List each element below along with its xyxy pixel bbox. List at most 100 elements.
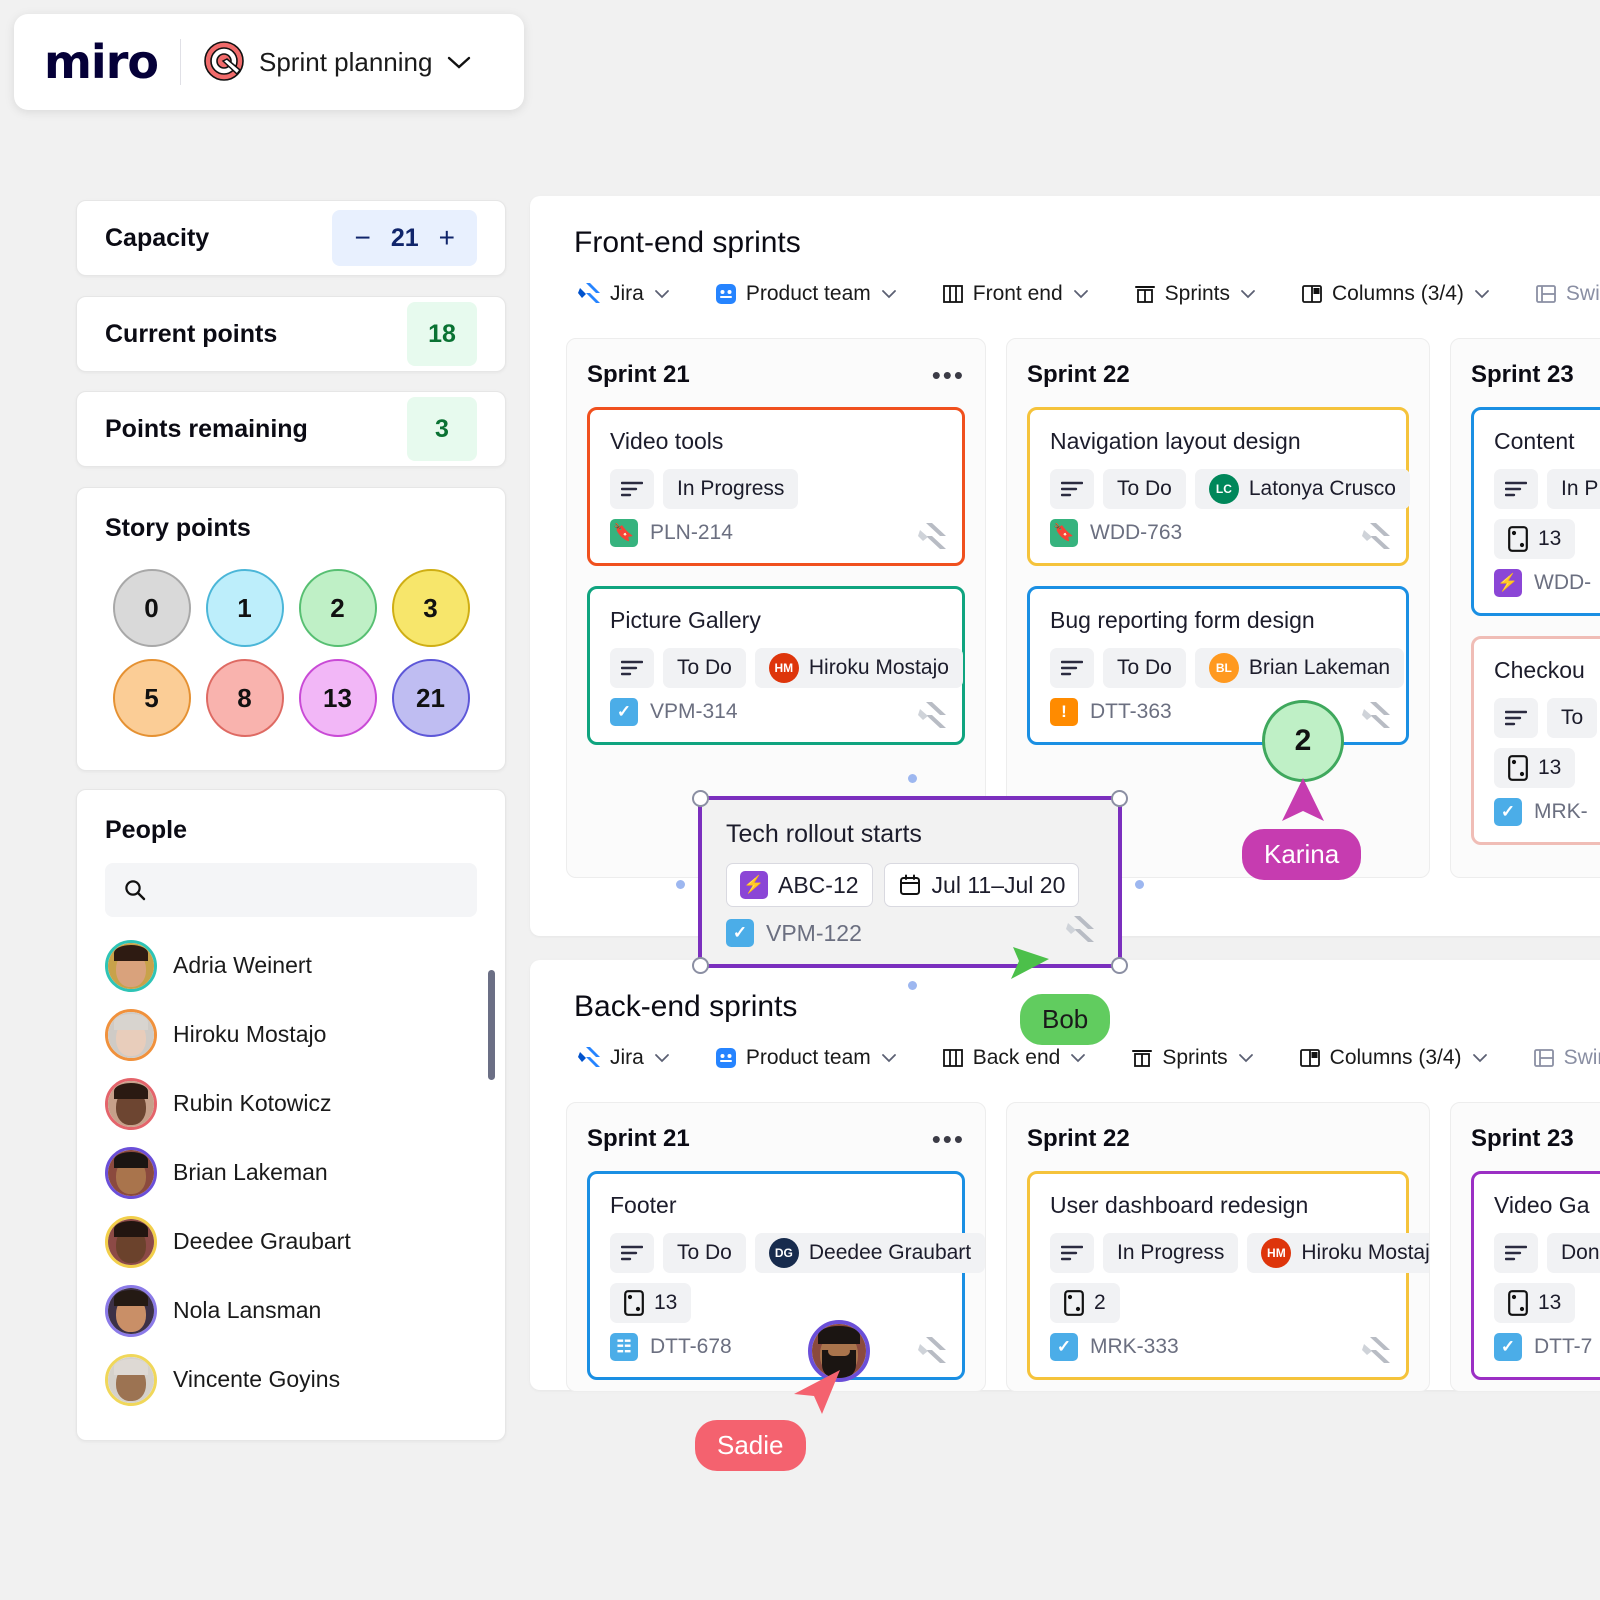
chevron-down-icon[interactable] (1238, 1053, 1254, 1063)
status-chip[interactable]: To Do (1103, 469, 1186, 509)
toolbar-item-product-team[interactable]: Product team (710, 280, 901, 308)
description-chip[interactable] (1050, 648, 1094, 688)
list-item[interactable]: Rubin Kotowicz (105, 1069, 477, 1138)
capacity-stepper[interactable]: − 21 + (332, 210, 477, 266)
description-chip[interactable] (1494, 469, 1538, 509)
search-icon (125, 880, 146, 901)
story-points-chip[interactable]: 13 (1494, 748, 1576, 788)
status-chip[interactable]: Don (1547, 1233, 1600, 1273)
toolbar-item-sprints[interactable]: Sprints (1129, 280, 1260, 308)
story-point-chip[interactable]: 8 (205, 659, 284, 737)
description-chip[interactable] (1050, 1233, 1094, 1273)
story-points-chip[interactable]: 13 (610, 1283, 692, 1323)
jira-card[interactable]: Video tools In Progress 🔖 PLN-214 (587, 407, 965, 566)
story-point-chip[interactable]: 13 (298, 659, 377, 737)
list-item[interactable]: Hiroku Mostajo (105, 1000, 477, 1069)
toolbar-item-product-team[interactable]: Product team (710, 1044, 901, 1072)
anchor-dot-top[interactable] (908, 774, 917, 783)
status-chip[interactable]: To Do (663, 1233, 746, 1273)
toolbar-item-jira[interactable]: Jira (574, 1044, 674, 1072)
jira-card[interactable]: Navigation layout design To Do LC Latonya C… (1027, 407, 1410, 566)
anchor-dot-right[interactable] (1135, 880, 1144, 889)
description-chip[interactable] (610, 648, 654, 688)
board-title[interactable]: Sprint planning (259, 47, 432, 78)
toolbar-item-swimlanes[interactable]: Swimlanes (1528, 1044, 1600, 1072)
chevron-down-icon[interactable] (1240, 289, 1256, 299)
toolbar-item-swimlanes[interactable]: Swimlanes (1530, 280, 1600, 308)
toolbar-item-front-end[interactable]: Front end (937, 280, 1093, 308)
people-list[interactable]: Adria Weinert Hiroku Mostajo Rubin Kotowic… (105, 931, 477, 1414)
assignee-chip[interactable]: LC Latonya Crusco (1194, 469, 1410, 509)
chevron-down-icon[interactable] (881, 289, 897, 299)
jira-card[interactable]: Video Ga Don 13 ✓ DTT-7 (1471, 1171, 1600, 1380)
list-item[interactable]: Vincente Goyins (105, 1345, 477, 1414)
status-chip[interactable]: To (1547, 698, 1598, 738)
story-point-chip[interactable]: 21 (391, 659, 470, 737)
chevron-down-icon[interactable] (654, 289, 670, 299)
resize-handle-br[interactable] (1111, 957, 1128, 974)
story-points-chip[interactable]: 2 (1050, 1283, 1120, 1323)
description-chip[interactable] (1050, 469, 1094, 509)
dragged-story-point-token[interactable]: 2 (1262, 700, 1344, 782)
list-item[interactable]: Adria Weinert (105, 931, 477, 1000)
description-chip[interactable] (610, 1233, 654, 1273)
story-points-chip[interactable]: 13 (1494, 519, 1576, 559)
chevron-down-icon[interactable] (446, 54, 472, 70)
toolbar-item-sprints[interactable]: Sprints (1126, 1044, 1257, 1072)
description-chip[interactable] (610, 469, 654, 509)
selected-card[interactable]: Tech rollout starts ⚡ ABC-12 Jul 11–Jul … (676, 774, 1144, 990)
resize-handle-bl[interactable] (692, 957, 709, 974)
toolbar-item-columns-3-4[interactable]: Columns (3/4) (1296, 280, 1494, 308)
assignee-chip[interactable]: HM Hiroku Mostajo (1247, 1233, 1429, 1273)
people-scrollbar[interactable] (488, 970, 495, 1080)
jira-card[interactable]: Picture Gallery To Do HM Hiroku Mostajo ✓ VPM… (587, 586, 965, 745)
assignee-chip[interactable]: BL Brian Lakeman (1194, 648, 1405, 688)
story-point-chip[interactable]: 0 (112, 569, 191, 647)
frame-toolbar[interactable]: Jira Product team Back end Sprints Columns (… (574, 1044, 1600, 1072)
chevron-down-icon[interactable] (1474, 289, 1490, 299)
jira-card[interactable]: Content In P 13 ⚡ WDD- (1471, 407, 1600, 616)
chevron-down-icon[interactable] (1472, 1053, 1488, 1063)
status-chip[interactable]: In Progress (663, 469, 799, 509)
sprint-column-menu-button[interactable]: ••• (932, 362, 965, 388)
assignee-chip[interactable]: DG Deedee Graubart (754, 1233, 985, 1273)
sprint-column-title: Sprint 23 (1471, 1125, 1574, 1152)
story-point-chip[interactable]: 2 (298, 569, 377, 647)
frame-toolbar[interactable]: Jira Product team Front end Sprints Columns … (574, 280, 1600, 308)
story-point-chip[interactable]: 3 (391, 569, 470, 647)
status-chip[interactable]: To Do (663, 648, 746, 688)
story-point-chip[interactable]: 1 (205, 569, 284, 647)
list-item[interactable]: Nola Lansman (105, 1276, 477, 1345)
anchor-dot-bottom[interactable] (908, 981, 917, 990)
toolbar-item-columns-3-4[interactable]: Columns (3/4) (1294, 1044, 1492, 1072)
chevron-down-icon[interactable] (881, 1053, 897, 1063)
toolbar-item-back-end[interactable]: Back end (937, 1044, 1091, 1072)
sprint-column-menu-button[interactable]: ••• (932, 1126, 965, 1152)
capacity-plus-button[interactable]: + (439, 222, 455, 254)
list-item[interactable]: Deedee Graubart (105, 1207, 477, 1276)
description-chip[interactable] (1494, 1233, 1538, 1273)
chevron-down-icon[interactable] (1073, 289, 1089, 299)
story-points-chip[interactable]: 13 (1494, 1283, 1576, 1323)
epic-chip[interactable]: ⚡ ABC-12 (726, 863, 873, 907)
assignee-chip[interactable]: HM Hiroku Mostajo (754, 648, 963, 688)
status-chip[interactable]: To Do (1103, 648, 1186, 688)
jira-card[interactable]: Checkou To 13 ✓ MRK- (1471, 636, 1600, 845)
jira-card[interactable]: Footer To Do DG Deedee Graubart 13 ☷ DTT-678 (587, 1171, 985, 1380)
status-chip[interactable]: In Progress (1103, 1233, 1239, 1273)
search-input[interactable] (105, 863, 477, 917)
chevron-down-icon[interactable] (1070, 1053, 1086, 1063)
resize-handle-tl[interactable] (692, 790, 709, 807)
chevron-down-icon[interactable] (654, 1053, 670, 1063)
capacity-minus-button[interactable]: − (354, 222, 370, 254)
date-chip[interactable]: Jul 11–Jul 20 (883, 863, 1080, 907)
resize-handle-tr[interactable] (1111, 790, 1128, 807)
story-point-chip[interactable]: 5 (112, 659, 191, 737)
description-chip[interactable] (1494, 698, 1538, 738)
anchor-dot-left[interactable] (676, 880, 685, 889)
list-item[interactable]: Brian Lakeman (105, 1138, 477, 1207)
toolbar-item-jira[interactable]: Jira (574, 280, 674, 308)
jira-card[interactable]: Bug reporting form design To Do BL Brian La… (1027, 586, 1409, 745)
jira-card[interactable]: User dashboard redesign In Progress HM Hiro… (1027, 1171, 1429, 1380)
status-chip[interactable]: In P (1547, 469, 1600, 509)
